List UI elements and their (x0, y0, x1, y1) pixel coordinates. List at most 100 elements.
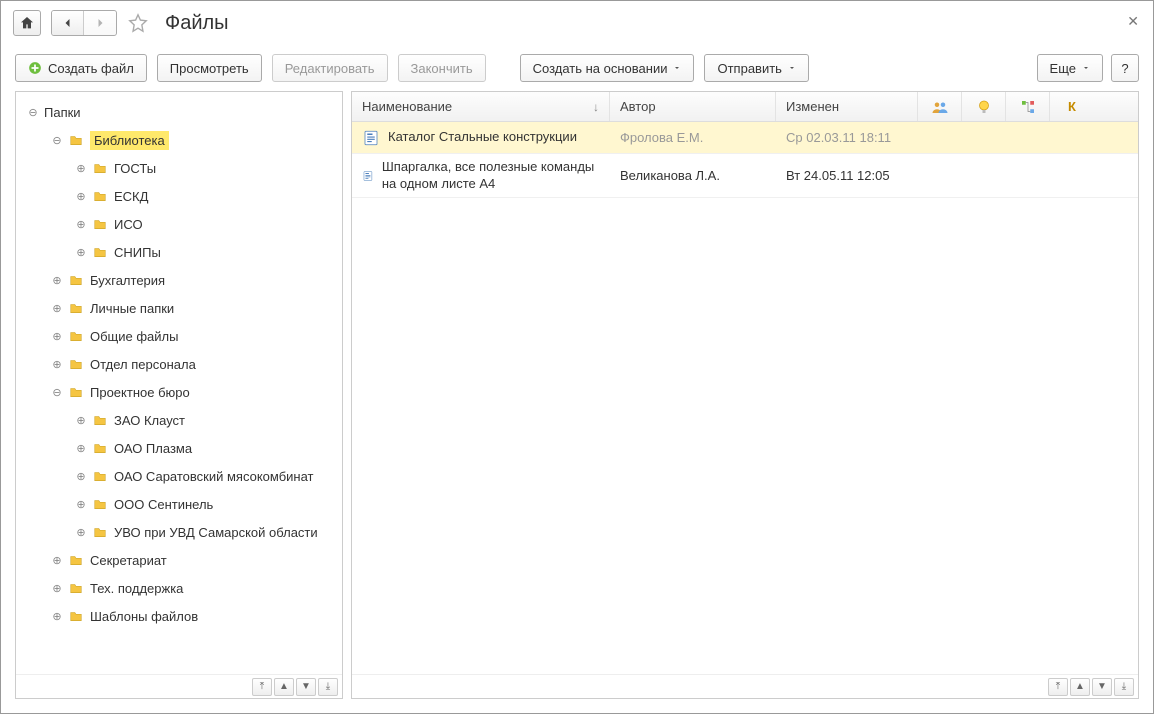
tree-item-shared[interactable]: ⊕ Общие файлы (20, 322, 338, 350)
scroll-up-button[interactable]: ▲ (1070, 678, 1090, 696)
file-author: Фролова Е.М. (620, 130, 703, 145)
folder-icon (68, 609, 84, 623)
scroll-bottom-button[interactable]: ⤓ (1114, 678, 1134, 696)
back-button[interactable] (52, 11, 84, 35)
folder-icon (68, 133, 84, 147)
scroll-down-button[interactable]: ▼ (1092, 678, 1112, 696)
tree-label: СНИПы (114, 245, 161, 260)
finish-label: Закончить (411, 61, 473, 76)
folder-icon (68, 357, 84, 371)
word-doc-icon (362, 167, 374, 185)
tree-label: ИСО (114, 217, 143, 232)
view-button[interactable]: Просмотреть (157, 54, 262, 82)
col-name[interactable]: Наименование ↓ (352, 92, 610, 121)
col-changed[interactable]: Изменен (776, 92, 918, 121)
create-file-button[interactable]: Создать файл (15, 54, 147, 82)
help-button[interactable]: ? (1111, 54, 1139, 82)
file-author: Великанова Л.А. (620, 168, 720, 183)
expander-icon[interactable]: ⊕ (74, 245, 88, 259)
cbo-label: Создать на основании (533, 61, 668, 76)
expander-icon[interactable]: ⊕ (50, 273, 64, 287)
tree-item-secretariat[interactable]: ⊕ Секретариат (20, 546, 338, 574)
tree-label: Папки (44, 105, 81, 120)
tree-item-plazma[interactable]: ⊕ ОАО Плазма (20, 434, 338, 462)
expander-icon[interactable]: ⊕ (50, 609, 64, 623)
tree-label: Тех. поддержка (90, 581, 183, 596)
scroll-up-button[interactable]: ▲ (274, 678, 294, 696)
scroll-top-button[interactable]: ⤒ (1048, 678, 1068, 696)
tree-item-library[interactable]: ⊖ Библиотека (20, 126, 338, 154)
tree-label: ООО Сентинель (114, 497, 213, 512)
file-list[interactable]: Каталог Стальные конструкции Фролова Е.М… (352, 122, 1138, 674)
col-struct[interactable] (1006, 92, 1050, 121)
tree-item-hr[interactable]: ⊕ Отдел персонала (20, 350, 338, 378)
word-doc-icon (362, 129, 380, 147)
expander-icon[interactable]: ⊕ (50, 357, 64, 371)
expander-icon[interactable]: ⊕ (50, 553, 64, 567)
col-label: Автор (620, 99, 656, 114)
folder-icon (92, 525, 108, 539)
expander-icon[interactable]: ⊕ (74, 469, 88, 483)
expander-icon[interactable]: ⊖ (50, 133, 64, 147)
expander-icon[interactable]: ⊖ (26, 105, 40, 119)
home-button[interactable] (13, 10, 41, 36)
chevron-down-icon (1082, 64, 1090, 72)
expander-icon[interactable]: ⊕ (74, 497, 88, 511)
tree-item-iso[interactable]: ⊕ ИСО (20, 210, 338, 238)
folder-icon (68, 273, 84, 287)
tree-item-klaust[interactable]: ⊕ ЗАО Клауст (20, 406, 338, 434)
tree-label: ОАО Саратовский мясокомбинат (114, 469, 314, 484)
close-button[interactable]: ✕ (1127, 13, 1139, 30)
folder-tree[interactable]: ⊖ Папки ⊖ Библиотека ⊕ ГОСТы ⊕ ЕСКД (16, 92, 342, 674)
scroll-top-button[interactable]: ⤒ (252, 678, 272, 696)
tree-label: ГОСТы (114, 161, 156, 176)
tree-item-snipy[interactable]: ⊕ СНИПы (20, 238, 338, 266)
create-based-on-button[interactable]: Создать на основании (520, 54, 695, 82)
expander-icon[interactable]: ⊕ (50, 581, 64, 595)
expander-icon[interactable]: ⊕ (74, 189, 88, 203)
col-people[interactable] (918, 92, 962, 121)
list-row[interactable]: Шпаргалка, все полезные команды на одном… (352, 154, 1138, 198)
more-button[interactable]: Еще (1037, 54, 1103, 82)
page-title: Файлы (165, 12, 229, 35)
list-row[interactable]: Каталог Стальные конструкции Фролова Е.М… (352, 122, 1138, 154)
expander-icon[interactable]: ⊕ (74, 161, 88, 175)
tree-root[interactable]: ⊖ Папки (20, 98, 338, 126)
expander-icon[interactable]: ⊕ (50, 301, 64, 315)
tree-item-eskd[interactable]: ⊕ ЕСКД (20, 182, 338, 210)
edit-button: Редактировать (272, 54, 388, 82)
scroll-down-button[interactable]: ▼ (296, 678, 316, 696)
tree-item-sentinel[interactable]: ⊕ ООО Сентинель (20, 490, 338, 518)
scroll-bottom-button[interactable]: ⤓ (318, 678, 338, 696)
tree-label: ЕСКД (114, 189, 148, 204)
expander-icon[interactable]: ⊕ (74, 217, 88, 231)
tree-item-personal[interactable]: ⊕ Личные папки (20, 294, 338, 322)
col-bulb[interactable] (962, 92, 1006, 121)
tree-item-gosty[interactable]: ⊕ ГОСТы (20, 154, 338, 182)
tree-item-project-bureau[interactable]: ⊖ Проектное бюро (20, 378, 338, 406)
tree-item-accounting[interactable]: ⊕ Бухгалтерия (20, 266, 338, 294)
list-footer-nav: ⤒ ▲ ▼ ⤓ (352, 674, 1138, 698)
tree-item-templates[interactable]: ⊕ Шаблоны файлов (20, 602, 338, 630)
col-k[interactable]: К (1050, 92, 1094, 121)
expander-icon[interactable]: ⊕ (74, 525, 88, 539)
tree-item-support[interactable]: ⊕ Тех. поддержка (20, 574, 338, 602)
create-file-label: Создать файл (48, 61, 134, 76)
folder-icon (92, 189, 108, 203)
tree-item-uvo[interactable]: ⊕ УВО при УВД Самарской области (20, 518, 338, 546)
tree-item-sarat[interactable]: ⊕ ОАО Саратовский мясокомбинат (20, 462, 338, 490)
col-author[interactable]: Автор (610, 92, 776, 121)
expander-icon[interactable]: ⊕ (74, 413, 88, 427)
tree-footer-nav: ⤒ ▲ ▼ ⤓ (16, 674, 342, 698)
send-button[interactable]: Отправить (704, 54, 808, 82)
file-name: Каталог Стальные конструкции (388, 129, 577, 145)
expander-icon[interactable]: ⊕ (74, 441, 88, 455)
favorite-icon[interactable] (127, 12, 149, 34)
folder-icon (68, 329, 84, 343)
tree-label: УВО при УВД Самарской области (114, 525, 318, 540)
expander-icon[interactable]: ⊖ (50, 385, 64, 399)
plus-icon (28, 61, 42, 75)
tree-label: Секретариат (90, 553, 167, 568)
nav-history (51, 10, 117, 36)
expander-icon[interactable]: ⊕ (50, 329, 64, 343)
